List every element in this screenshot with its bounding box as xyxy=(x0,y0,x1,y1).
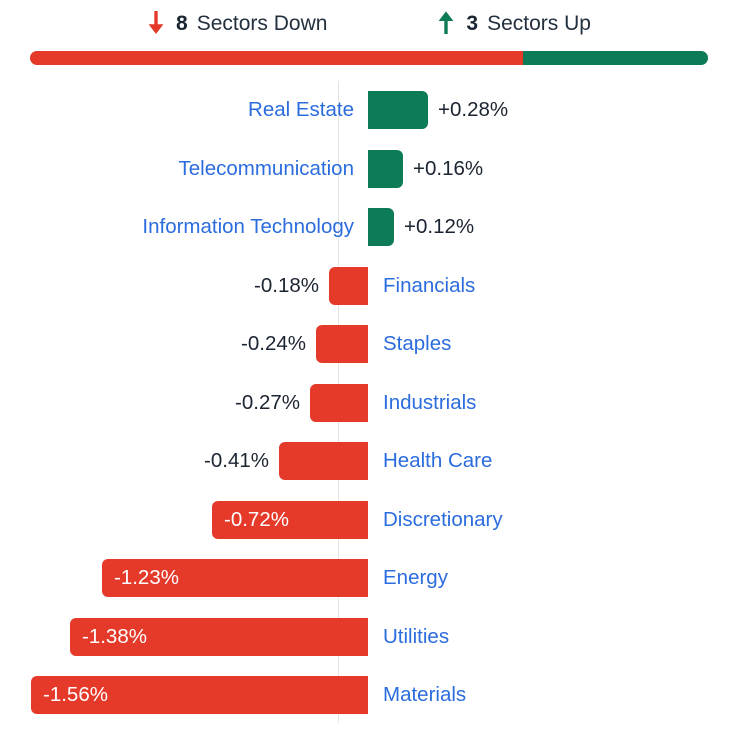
sector-row[interactable]: Real Estate +0.28% xyxy=(30,81,708,140)
sector-value-label: +0.12% xyxy=(404,215,475,239)
sector-row-right: Staples xyxy=(368,315,708,374)
sector-value-label: +0.28% xyxy=(438,98,509,122)
sector-row-left: -1.38% xyxy=(30,608,368,667)
sector-name-label[interactable]: Industrials xyxy=(383,391,476,415)
sectors-up-count: 3 xyxy=(466,11,479,35)
sectors-down-label: Sectors Down xyxy=(196,11,328,35)
market-breadth-header: 8 Sectors Down 3 Sectors Up xyxy=(0,0,736,46)
sector-row-right: Health Care xyxy=(368,432,708,491)
sector-value-label: -0.27% xyxy=(235,390,300,414)
sector-value-label: -0.41% xyxy=(204,449,269,473)
sector-name-label[interactable]: Staples xyxy=(383,332,451,356)
sector-row-left: -0.24% xyxy=(30,315,368,374)
sector-row-right: Utilities xyxy=(368,608,708,667)
sector-bar-up[interactable] xyxy=(368,149,403,188)
sector-value-label: -0.72% xyxy=(224,507,289,531)
sector-name-label[interactable]: Materials xyxy=(383,683,466,707)
sector-row-left: -0.27% xyxy=(30,374,368,433)
sector-bar-down[interactable]: -1.56% xyxy=(31,676,368,715)
sector-bar-down[interactable]: -0.72% xyxy=(212,500,368,539)
sectors-down-summary: 8 Sectors Down xyxy=(145,10,327,36)
sector-name-label[interactable]: Information Technology xyxy=(142,215,354,239)
sector-name-label[interactable]: Financials xyxy=(383,274,475,298)
sector-bar-down[interactable]: -1.38% xyxy=(70,617,368,656)
sector-bar-up[interactable] xyxy=(368,91,428,130)
sector-row-right: Materials xyxy=(368,666,708,725)
sector-row-left: -0.41% xyxy=(30,432,368,491)
sector-bar-down[interactable] xyxy=(310,383,368,422)
arrow-down-icon xyxy=(145,10,167,36)
sector-value-label: -1.23% xyxy=(114,566,179,590)
sector-row[interactable]: -0.27% Industrials xyxy=(30,374,708,433)
sector-value-label: -1.56% xyxy=(43,683,108,707)
sector-row-left: -0.72% xyxy=(30,491,368,550)
sector-name-label[interactable]: Utilities xyxy=(383,625,449,649)
sector-row-right: +0.16% xyxy=(368,140,708,199)
breadth-bar-up-segment xyxy=(522,51,708,65)
sector-bar-down[interactable] xyxy=(316,325,368,364)
breadth-bar xyxy=(30,51,708,65)
sector-bar-up[interactable] xyxy=(368,208,394,247)
sectors-up-summary: 3 Sectors Up xyxy=(435,10,591,36)
sector-value-label: -0.24% xyxy=(241,332,306,356)
sector-row[interactable]: -1.23% Energy xyxy=(30,549,708,608)
sector-row-right: Financials xyxy=(368,257,708,316)
sector-row[interactable]: -0.41% Health Care xyxy=(30,432,708,491)
sector-name-label[interactable]: Real Estate xyxy=(248,98,354,122)
arrow-up-icon xyxy=(435,10,457,36)
sector-row[interactable]: Telecommunication +0.16% xyxy=(30,140,708,199)
sector-bar-down[interactable] xyxy=(279,442,368,481)
breadth-bar-down-segment xyxy=(30,51,523,65)
sector-value-label: +0.16% xyxy=(413,156,484,180)
sector-name-label[interactable]: Discretionary xyxy=(383,508,503,532)
sector-rows: Real Estate +0.28% Telecommunication +0.16%… xyxy=(30,81,708,731)
sector-name-label[interactable]: Energy xyxy=(383,566,448,590)
sector-performance-chart: Real Estate +0.28% Telecommunication +0.16%… xyxy=(0,81,736,731)
sector-row[interactable]: -1.56% Materials xyxy=(30,666,708,725)
sector-row-left: -1.56% xyxy=(30,666,368,725)
sector-row-left: Real Estate xyxy=(30,81,368,140)
sector-row-right: Energy xyxy=(368,549,708,608)
sector-bar-down[interactable]: -1.23% xyxy=(102,559,368,598)
sector-name-label[interactable]: Telecommunication xyxy=(179,157,354,181)
sector-row-right: +0.12% xyxy=(368,198,708,257)
sectors-down-count: 8 xyxy=(176,11,188,35)
sector-row-left: -1.23% xyxy=(30,549,368,608)
sector-value-label: -1.38% xyxy=(82,624,147,648)
sector-row-right: Discretionary xyxy=(368,491,708,550)
sector-row[interactable]: -0.18% Financials xyxy=(30,257,708,316)
sectors-up-label: Sectors Up xyxy=(487,11,591,35)
sector-row[interactable]: -1.38% Utilities xyxy=(30,608,708,667)
sector-row-right: Industrials xyxy=(368,374,708,433)
sector-row[interactable]: -0.72% Discretionary xyxy=(30,491,708,550)
sector-row-left: -0.18% xyxy=(30,257,368,316)
sector-value-label: -0.18% xyxy=(254,273,319,297)
sector-row-left: Telecommunication xyxy=(30,140,368,199)
sector-row[interactable]: -0.24% Staples xyxy=(30,315,708,374)
sector-row-right: +0.28% xyxy=(368,81,708,140)
sector-row[interactable]: Information Technology +0.12% xyxy=(30,198,708,257)
sector-name-label[interactable]: Health Care xyxy=(383,449,492,473)
sector-row-left: Information Technology xyxy=(30,198,368,257)
sector-bar-down[interactable] xyxy=(329,266,368,305)
